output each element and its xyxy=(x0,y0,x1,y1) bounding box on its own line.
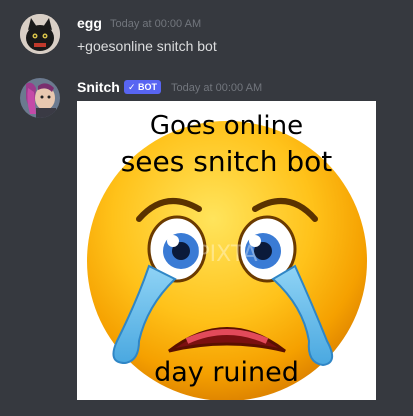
meme-bottom-line: day ruined xyxy=(154,357,299,388)
black-cat-avatar-icon xyxy=(20,14,60,54)
meme-top-line-2: sees snitch bot xyxy=(120,145,333,178)
watermark: PIXTA xyxy=(196,242,257,267)
timestamp: Today at 00:00 AM xyxy=(171,82,263,94)
meme-image[interactable]: PIXTA Goes online sees snitch bot day ru… xyxy=(77,101,376,400)
username[interactable]: egg xyxy=(77,15,102,31)
character-avatar-icon xyxy=(20,78,60,118)
user-avatar[interactable] xyxy=(20,14,60,54)
timestamp: Today at 00:00 AM xyxy=(110,18,202,30)
username[interactable]: Snitch xyxy=(77,79,120,95)
message-text: +goesonline snitch bot xyxy=(77,38,217,54)
bot-badge: ✓ BOT xyxy=(124,80,162,94)
meme-top-line-1: Goes online xyxy=(149,111,304,141)
bot-avatar[interactable] xyxy=(20,78,60,118)
message-egg: egg Today at 00:00 AM +goesonline snitch… xyxy=(0,0,413,70)
